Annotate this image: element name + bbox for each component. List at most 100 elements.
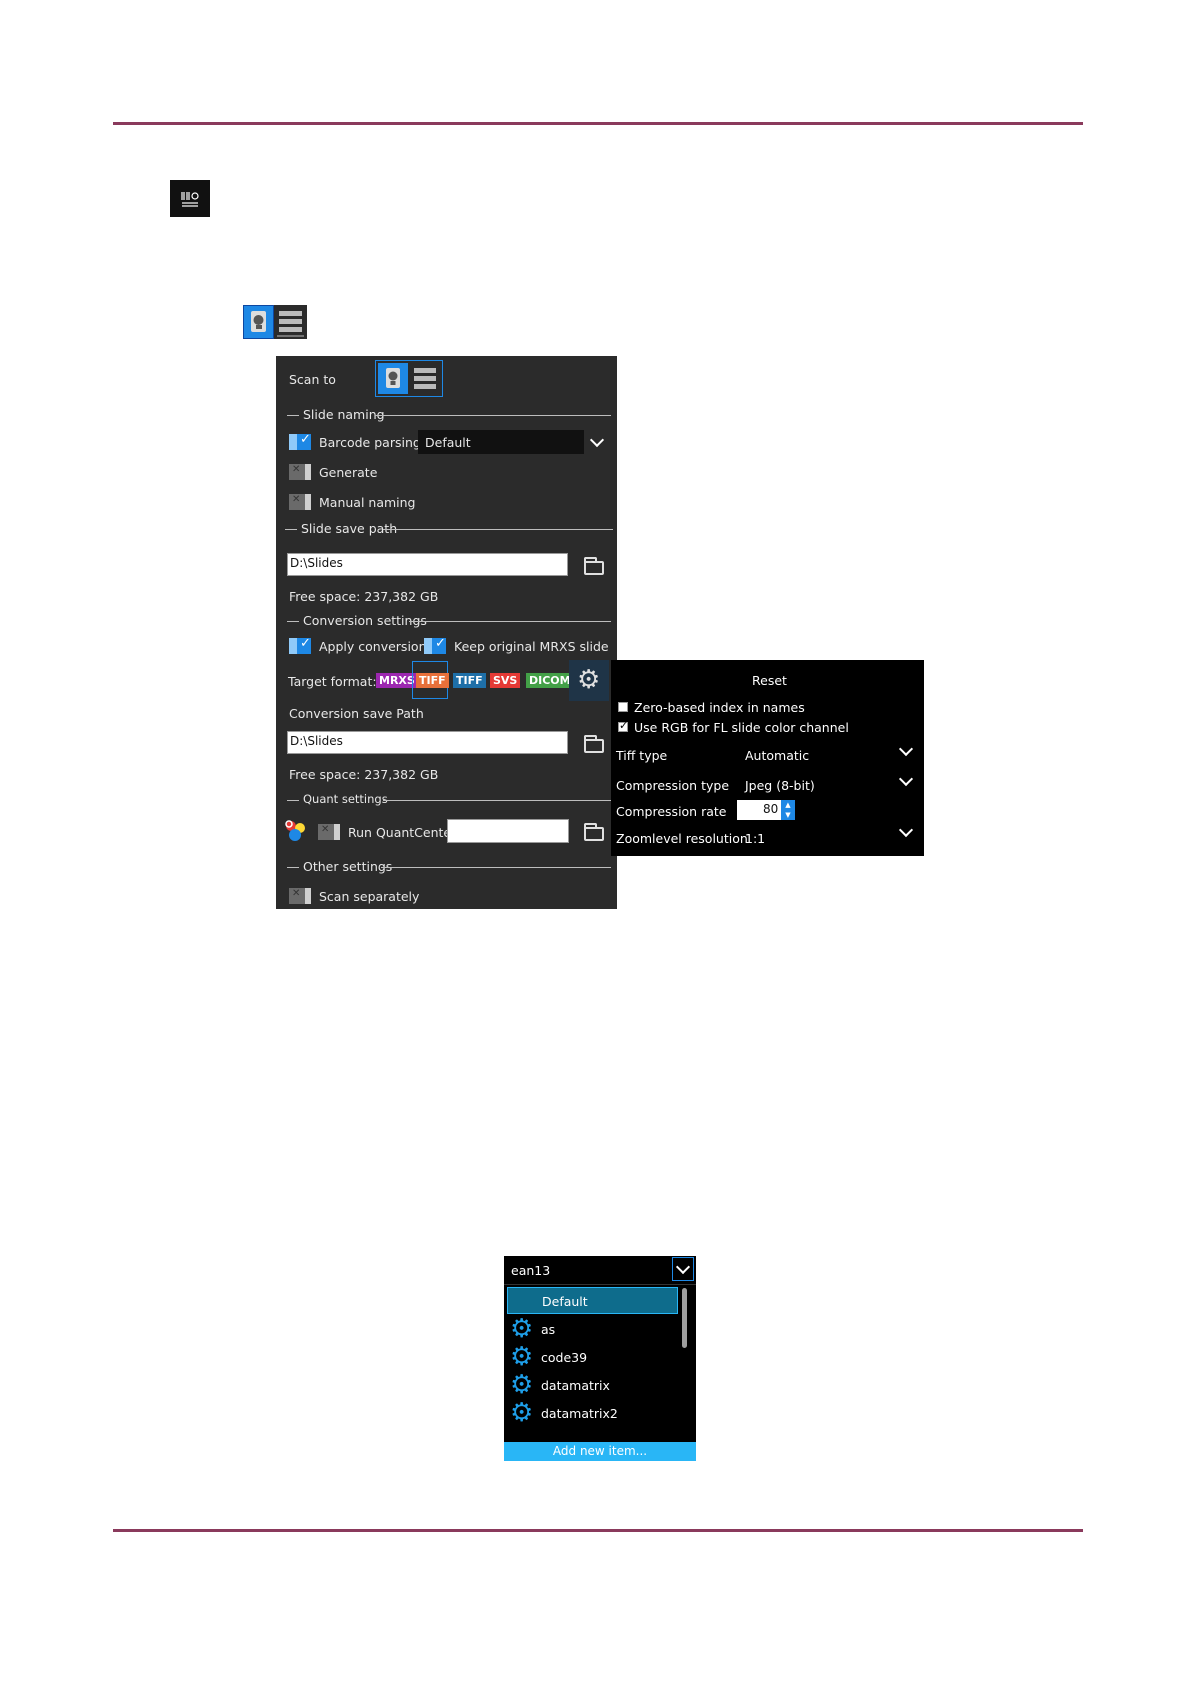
tiff-type-label: Tiff type [616,748,668,763]
dropdown-item-label: datamatrix2 [541,1406,618,1421]
zoomlevel-label: Zoomlevel resolution [616,831,748,846]
reset-button[interactable]: Reset [752,673,787,688]
dropdown-list: Default ⚙ as ⚙ code39 ⚙ datamatrix ⚙ dat… [504,1286,696,1432]
barcode-parsing-label: Barcode parsing [319,435,421,450]
gear-icon: ⚙ [510,1342,534,1372]
slide-save-path-input[interactable]: D:\Slides [287,553,568,576]
gear-icon: ⚙ [510,1370,534,1400]
add-new-item-label: Add new item... [552,1444,648,1458]
dropdown-item-default[interactable]: Default [507,1287,678,1314]
gear-icon: ⚙ [510,1314,534,1344]
target-format-label: Target format: [288,674,377,689]
apply-conversion-checkbox[interactable] [289,636,311,654]
generate-checkbox[interactable] [289,464,311,480]
section-line [287,621,299,622]
dropdown-item[interactable]: ⚙ as [507,1316,678,1342]
slide-naming-heading: Slide naming [303,407,385,422]
compression-rate-label: Compression rate [616,804,727,819]
compression-rate-stepper[interactable]: 80 ▲ ▼ [737,800,795,820]
stepper-arrows[interactable]: ▲ ▼ [781,800,795,820]
barcode-parsing-value: Default [425,435,471,450]
section-line [409,621,611,622]
keep-original-label: Keep original MRXS slide [454,639,609,654]
add-new-item-button[interactable]: Add new item... [504,1442,696,1461]
barcode-settings-icon [170,180,210,217]
scan-separately-checkbox[interactable] [289,888,311,904]
run-quantcenter-label: Run QuantCenter [348,825,457,840]
run-quantcenter-checkbox[interactable] [318,824,340,840]
format-tiff-orange[interactable]: TIFF [416,673,449,688]
gear-icon: ⚙ [510,1398,534,1428]
dropdown-item-label: datamatrix [541,1378,610,1393]
section-line [383,800,611,801]
slide-free-space: Free space: 237,382 GB [289,589,439,604]
format-svs[interactable]: SVS [490,673,521,688]
tiff-type-value[interactable]: Automatic [745,748,809,763]
conversion-settings-gear-button[interactable]: ⚙ [569,660,609,701]
dropdown-item[interactable]: ⚙ code39 [507,1344,678,1370]
other-settings-heading: Other settings [303,859,393,874]
manual-naming-checkbox[interactable] [289,494,311,510]
zero-based-label: Zero-based index in names [634,700,805,715]
generate-label: Generate [319,465,378,480]
local-disk-icon[interactable] [378,363,408,394]
dropdown-selected-value: ean13 [511,1263,551,1278]
section-line [381,867,611,868]
conversion-save-path-label: Conversion save Path [289,706,424,721]
chevron-down-icon[interactable] [898,771,914,787]
local-disk-icon [243,305,274,339]
format-tiff-blue[interactable]: TIFF [453,673,486,688]
dropdown-item[interactable]: ⚙ datamatrix2 [507,1400,678,1426]
use-rgb-checkbox[interactable]: ✓ [618,719,629,732]
folder-icon[interactable] [584,735,604,753]
header-rule [113,122,1083,125]
dropdown-item-label: Default [542,1294,588,1309]
quantcenter-icon [284,819,310,843]
gear-icon: ⚙ [577,665,601,695]
server-icon [274,305,307,339]
scan-to-icon-pair [243,305,307,339]
section-line [285,529,297,530]
scan-to-label: Scan to [289,372,336,387]
folder-icon[interactable] [584,557,604,575]
dropdown-header[interactable]: ean13 [504,1256,696,1285]
check-icon: ✓ [619,719,629,732]
keep-original-checkbox[interactable] [424,636,446,654]
dropdown-toggle[interactable] [584,430,610,454]
compression-type-label: Compression type [616,778,730,793]
chevron-down-icon[interactable] [898,822,914,838]
conversion-free-space: Free space: 237,382 GB [289,767,439,782]
section-line [383,529,613,530]
footer-rule [113,1529,1083,1532]
scrollbar[interactable] [682,1288,687,1348]
barcode-type-dropdown: ean13 Default ⚙ as ⚙ code39 ⚙ datamatrix… [504,1256,696,1461]
tiff-options-panel: Reset Zero-based index in names ✓ Use RG… [611,660,924,856]
chevron-down-icon[interactable] [898,741,914,757]
zoomlevel-value[interactable]: 1:1 [745,831,765,846]
dropdown-item-label: as [541,1322,556,1337]
compression-type-value[interactable]: Jpeg (8-bit) [745,778,815,793]
dropdown-item-label: code39 [541,1350,588,1365]
quantcenter-input[interactable] [447,819,569,843]
section-line [375,415,611,416]
manual-naming-label: Manual naming [319,495,416,510]
section-line [287,867,299,868]
folder-icon[interactable] [584,823,604,841]
zero-based-checkbox[interactable] [618,702,628,712]
format-dicom[interactable]: DICOM [526,673,574,688]
conversion-save-path-input[interactable]: D:\Slides [287,731,568,754]
chevron-down-icon [675,1259,691,1275]
scan-to-selector[interactable] [375,360,443,397]
compression-rate-value: 80 [763,802,779,816]
dropdown-item[interactable]: ⚙ datamatrix [507,1372,678,1398]
quant-settings-heading: Quant settings [303,792,388,806]
apply-conversion-label: Apply conversion [319,639,427,654]
dropdown-toggle[interactable] [672,1257,694,1281]
section-line [287,415,299,416]
chevron-down-icon [589,432,605,448]
barcode-parsing-dropdown[interactable]: Default [418,430,610,454]
barcode-parsing-checkbox[interactable] [289,432,311,450]
section-line [287,800,299,801]
scan-separately-label: Scan separately [319,889,420,904]
server-icon[interactable] [410,363,440,394]
